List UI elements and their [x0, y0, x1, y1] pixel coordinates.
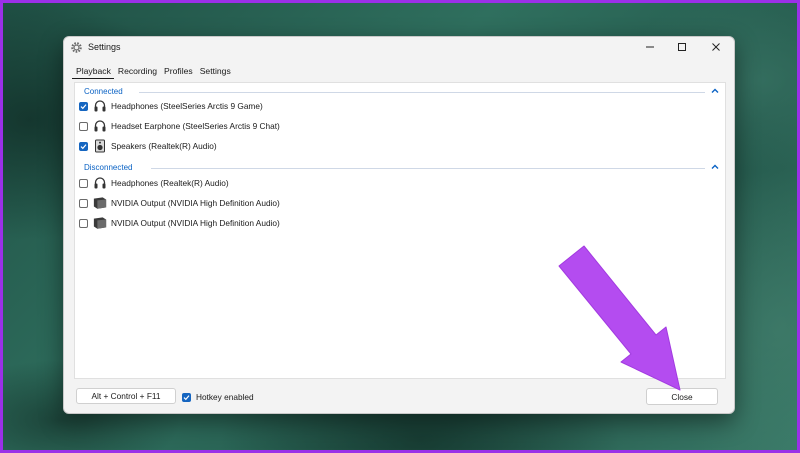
- maximize-button[interactable]: [666, 37, 698, 57]
- device-label: Headphones (SteelSeries Arctis 9 Game): [111, 101, 263, 111]
- device-label: Headphones (Realtek(R) Audio): [111, 178, 229, 188]
- hotkey-enabled-label: Hotkey enabled: [196, 392, 254, 402]
- device-checkbox[interactable]: [79, 141, 88, 151]
- hotkey-field[interactable]: Alt + Control + F11: [76, 388, 176, 404]
- tab-settings[interactable]: Settings: [196, 65, 234, 79]
- tab-profiles[interactable]: Profiles: [160, 65, 196, 79]
- headphones-icon: [93, 99, 107, 113]
- device-label: NVIDIA Output (NVIDIA High Definition Au…: [111, 218, 280, 228]
- group-title: Connected: [84, 87, 123, 96]
- minimize-icon: [646, 46, 654, 48]
- device-checkbox[interactable]: [79, 178, 88, 188]
- hotkey-enabled-checkbox[interactable]: [182, 392, 191, 402]
- maximize-icon: [678, 43, 686, 51]
- gear-icon: [71, 42, 82, 53]
- device-checkbox[interactable]: [79, 101, 88, 111]
- tab-bar: Playback Recording Profiles Settings: [72, 65, 234, 79]
- chevron-up-icon[interactable]: [710, 162, 720, 172]
- device-label: Headset Earphone (SteelSeries Arctis 9 C…: [111, 121, 280, 131]
- device-row[interactable]: Headset Earphone (SteelSeries Arctis 9 C…: [79, 117, 280, 135]
- device-row[interactable]: NVIDIA Output (NVIDIA High Definition Au…: [79, 194, 280, 212]
- close-icon: [712, 43, 720, 51]
- device-list-panel: Connected Headphones (SteelSeries Arctis…: [74, 82, 726, 379]
- monitor-icon: [93, 216, 107, 230]
- window-title: Settings: [88, 42, 121, 52]
- device-checkbox[interactable]: [79, 218, 88, 228]
- group-header-disconnected[interactable]: Disconnected: [75, 162, 725, 174]
- device-row[interactable]: Headphones (SteelSeries Arctis 9 Game): [79, 97, 263, 115]
- group-divider: [151, 168, 705, 169]
- device-row[interactable]: Headphones (Realtek(R) Audio): [79, 174, 229, 192]
- title-bar[interactable]: Settings: [64, 37, 734, 59]
- close-button[interactable]: Close: [646, 388, 718, 405]
- headphones-icon: [93, 176, 107, 190]
- device-checkbox[interactable]: [79, 121, 88, 131]
- device-row[interactable]: NVIDIA Output (NVIDIA High Definition Au…: [79, 214, 280, 232]
- minimize-button[interactable]: [634, 37, 666, 57]
- speaker-icon: [93, 139, 107, 153]
- device-checkbox[interactable]: [79, 198, 88, 208]
- settings-window: Settings Playback Recording Profiles Set…: [63, 36, 735, 414]
- monitor-icon: [93, 196, 107, 210]
- device-row[interactable]: Speakers (Realtek(R) Audio): [79, 137, 217, 155]
- headphones-icon: [93, 119, 107, 133]
- group-title: Disconnected: [84, 163, 133, 172]
- group-divider: [139, 92, 705, 93]
- check-icon: [80, 103, 87, 109]
- hotkey-enabled-toggle[interactable]: Hotkey enabled: [182, 392, 254, 402]
- tab-recording[interactable]: Recording: [114, 65, 160, 79]
- close-window-button[interactable]: [700, 37, 732, 57]
- check-icon: [80, 143, 87, 149]
- chevron-up-icon[interactable]: [710, 86, 720, 96]
- device-label: NVIDIA Output (NVIDIA High Definition Au…: [111, 198, 280, 208]
- device-label: Speakers (Realtek(R) Audio): [111, 141, 217, 151]
- tab-playback[interactable]: Playback: [72, 65, 114, 79]
- check-icon: [183, 394, 190, 400]
